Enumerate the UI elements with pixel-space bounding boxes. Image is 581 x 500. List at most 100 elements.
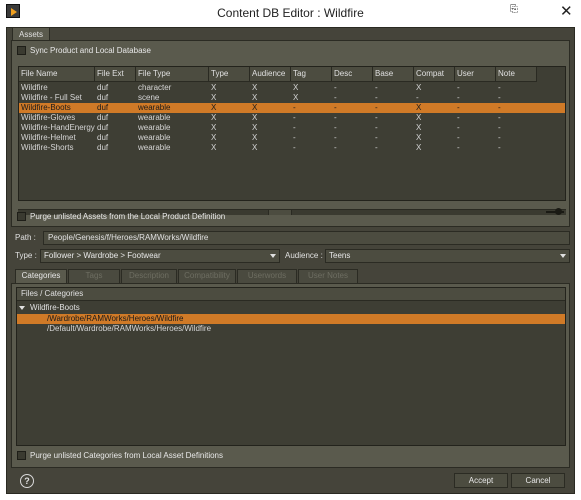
column-header[interactable]: Desc — [332, 67, 373, 82]
column-header[interactable]: Compat — [414, 67, 455, 82]
table-cell: X — [252, 103, 258, 112]
dialog-body: Assets Sync Product and Local Database F… — [6, 27, 575, 494]
sync-checkbox-label: Sync Product and Local Database — [30, 46, 151, 55]
tab-compatibility[interactable]: Compatibility — [178, 269, 236, 283]
column-header[interactable]: File Name — [19, 67, 95, 82]
table-cell: X — [211, 123, 217, 132]
table-cell: Wildfire-Helmet — [21, 133, 76, 142]
purge-assets-checkbox[interactable] — [17, 212, 26, 221]
tab-categories[interactable]: Categories — [15, 269, 67, 284]
table-cell: - — [293, 133, 296, 142]
table-cell: X — [211, 133, 217, 142]
table-cell: Wildfire-HandEnergy — [21, 123, 95, 132]
table-cell: Wildfire-Boots — [21, 103, 71, 112]
table-cell: duf — [97, 143, 109, 152]
category-item-selected[interactable]: /Wardrobe/RAMWorks/Heroes/Wildfire — [17, 314, 565, 324]
table-cell: - — [375, 93, 378, 102]
audience-select[interactable]: Teens — [325, 249, 570, 263]
table-cell: duf — [97, 93, 109, 102]
tab-user-notes[interactable]: User Notes — [298, 269, 358, 283]
table-row[interactable]: Wildfire-HandEnergy duf wearable X X - - - X - - — [19, 123, 565, 133]
column-header[interactable]: User — [455, 67, 496, 82]
category-item[interactable]: /Default/Wardrobe/RAMWorks/Heroes/Wildfi… — [17, 324, 565, 334]
table-cell: - — [498, 93, 501, 102]
column-header[interactable]: Audience — [250, 67, 291, 82]
column-header[interactable]: File Ext — [95, 67, 136, 82]
table-row[interactable]: Wildfire-Gloves duf wearable X X - - - X - - — [19, 113, 565, 123]
table-cell: - — [334, 103, 337, 112]
purge-categories-checkbox[interactable] — [17, 451, 26, 460]
cancel-button[interactable]: Cancel — [511, 473, 565, 488]
table-cell: X — [252, 93, 258, 102]
table-cell: - — [293, 143, 296, 152]
table-cell: - — [457, 123, 460, 132]
content-db-editor-window: Content DB Editor : Wildfire ⎘ ✕ Assets … — [0, 0, 581, 500]
table-cell: - — [457, 113, 460, 122]
sync-checkbox[interactable] — [17, 46, 26, 55]
scroll-slider-icon[interactable] — [546, 207, 564, 216]
table-cell: duf — [97, 123, 109, 132]
table-cell: - — [457, 93, 460, 102]
column-header[interactable]: Type — [209, 67, 250, 82]
column-header[interactable]: File Type — [136, 67, 209, 82]
table-cell: Wildfire-Shorts — [21, 143, 74, 152]
chevron-down-icon — [270, 254, 276, 258]
table-row[interactable]: Wildfire duf character X X X - - X - - — [19, 83, 565, 93]
assets-panel: Sync Product and Local Database File Nam… — [11, 40, 570, 227]
table-cell: Wildfire-Gloves — [21, 113, 76, 122]
audience-label: Audience : — [285, 251, 323, 260]
tab-description[interactable]: Description — [121, 269, 177, 283]
table-cell: X — [416, 83, 422, 92]
table-cell: - — [498, 133, 501, 142]
context-help-icon[interactable]: ⎘ — [510, 4, 518, 15]
expand-arrow-icon[interactable] — [19, 305, 25, 310]
help-icon[interactable]: ? — [20, 474, 34, 488]
table-cell: wearable — [138, 143, 171, 152]
table-cell: - — [498, 123, 501, 132]
table-cell: X — [293, 83, 299, 92]
table-cell: - — [498, 103, 501, 112]
table-cell: - — [375, 123, 378, 132]
column-header[interactable]: Tag — [291, 67, 332, 82]
type-select-value: Follower > Wardrobe > Footwear — [44, 251, 161, 260]
table-row[interactable]: Wildfire - Full Set duf scene X X X - - - - - — [19, 93, 565, 103]
table-cell: X — [416, 133, 422, 142]
path-field[interactable]: People/Genesis/f/Heroes/RAMWorks/Wildfir… — [43, 231, 570, 245]
tab-userwords[interactable]: Userwords — [237, 269, 297, 283]
accept-button[interactable]: Accept — [454, 473, 508, 488]
tab-tags[interactable]: Tags — [68, 269, 120, 283]
column-header[interactable]: Note — [496, 67, 537, 82]
scrollbar-handle[interactable] — [268, 210, 292, 215]
table-cell: - — [375, 113, 378, 122]
table-row[interactable]: Wildfire-Helmet duf wearable X X - - - X - - — [19, 133, 565, 143]
table-cell: X — [416, 113, 422, 122]
chevron-down-icon — [560, 254, 566, 258]
asset-table: File Name File Ext File Type Type Audience Ta… — [18, 66, 566, 201]
table-cell: X — [293, 93, 299, 102]
table-cell: X — [211, 83, 217, 92]
close-button[interactable]: ✕ — [560, 2, 573, 20]
table-cell: duf — [97, 103, 109, 112]
table-cell: scene — [138, 93, 160, 102]
table-row[interactable]: Wildfire-Shorts duf wearable X X - - - X - - — [19, 143, 565, 153]
column-header[interactable]: Base — [373, 67, 414, 82]
table-cell: Wildfire — [21, 83, 48, 92]
table-row[interactable]: Wildfire-Boots duf wearable X X - - - X - - — [19, 103, 565, 113]
table-cell: - — [498, 83, 501, 92]
button-bar: ? Accept Cancel — [7, 471, 574, 493]
purge-assets-label: Purge unlisted Assets from the Local Pro… — [30, 212, 226, 221]
tab-assets[interactable]: Assets — [12, 27, 51, 40]
table-cell: - — [334, 113, 337, 122]
table-cell: - — [457, 133, 460, 142]
table-cell: duf — [97, 113, 109, 122]
table-cell: X — [252, 83, 258, 92]
table-cell: X — [252, 113, 258, 122]
categories-header: Files / Categories — [17, 288, 565, 301]
tree-root-item[interactable]: Wildfire-Boots — [19, 303, 80, 313]
table-cell: - — [457, 143, 460, 152]
table-cell: - — [375, 83, 378, 92]
table-cell: duf — [97, 83, 109, 92]
table-cell: Wildfire - Full Set — [21, 93, 82, 102]
table-cell: character — [138, 83, 172, 92]
type-select[interactable]: Follower > Wardrobe > Footwear — [40, 249, 280, 263]
